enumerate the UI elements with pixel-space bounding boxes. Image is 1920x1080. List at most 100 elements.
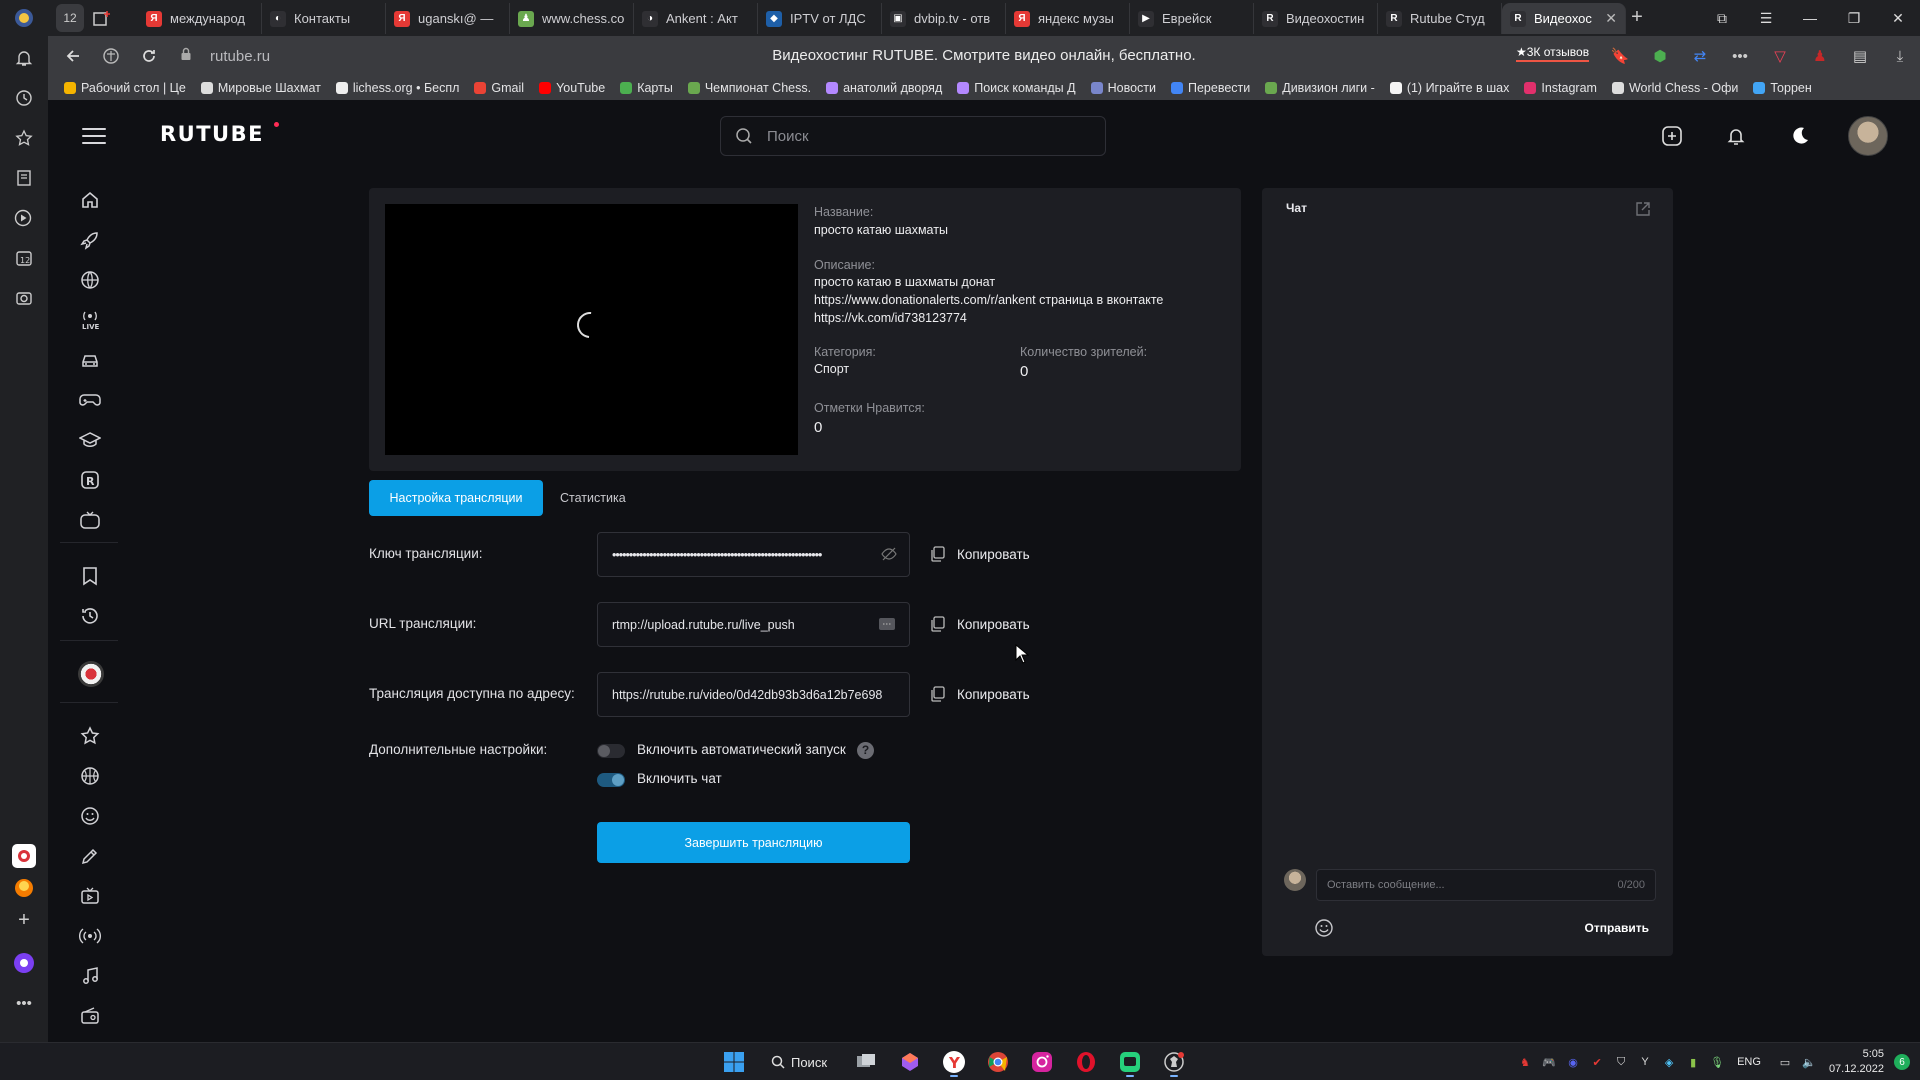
broadcast-icon[interactable]	[78, 924, 102, 948]
extension-icon[interactable]: ⬢	[1640, 47, 1680, 65]
bookmark-item[interactable]: lichess.org • Беспл	[335, 81, 459, 95]
copy-key-button[interactable]: Копировать	[930, 544, 1030, 564]
calendar-icon[interactable]: 12	[12, 246, 36, 270]
collections-icon[interactable]	[12, 166, 36, 190]
browser-tab[interactable]: ♟ www.chess.co	[510, 3, 634, 34]
bookmark-item[interactable]: YouTube	[539, 81, 605, 95]
bookmark-page-icon[interactable]: 🔖	[1600, 47, 1640, 65]
instagram-icon[interactable]	[1024, 1047, 1060, 1077]
tab-statistics[interactable]: Статистика	[560, 480, 626, 516]
stream-address-field[interactable]: https://rutube.ru/video/0d42db93b3d6a12b…	[597, 672, 910, 717]
browser-tab[interactable]: R Видеохостин	[1254, 3, 1378, 34]
input-language[interactable]: ENG	[1737, 1056, 1761, 1068]
messenger-app-icon[interactable]	[1112, 1047, 1148, 1077]
rutube-original-icon[interactable]: R	[78, 468, 102, 492]
popout-icon[interactable]	[1635, 201, 1651, 217]
task-view-icon[interactable]	[848, 1047, 884, 1077]
browser-tab[interactable]: R Видеохос ✕	[1502, 3, 1626, 34]
end-stream-button[interactable]: Завершить трансляцию	[597, 822, 910, 863]
menu-icon[interactable]	[82, 124, 106, 148]
browser-tab[interactable]: ◐ Контакты	[262, 3, 386, 34]
site-logo[interactable]: RUTUBE	[160, 122, 264, 146]
browser-tab[interactable]: Яuganskı@ —	[386, 3, 510, 34]
bookmark-item[interactable]: Рабочий стол | Це	[64, 81, 186, 95]
globe-icon[interactable]	[78, 268, 102, 292]
browser-tab[interactable]: Яяндекс музы	[1006, 3, 1130, 34]
chess-tray-icon[interactable]: ♞	[1515, 1052, 1535, 1072]
notifications-badge[interactable]: 6	[1894, 1054, 1910, 1070]
bookmark-item[interactable]: Instagram	[1524, 81, 1597, 95]
reviews-chip[interactable]: ★3К отзывов	[1516, 45, 1590, 62]
browser-tab[interactable]: ◆ IPTV от ЛДС	[758, 3, 882, 34]
pocket-icon[interactable]: ▽	[1760, 47, 1800, 65]
help-icon[interactable]: ?	[857, 742, 874, 759]
send-button[interactable]: Отправить	[1585, 921, 1649, 935]
chat-message-input[interactable]	[1327, 879, 1618, 891]
bookmark-item[interactable]: World Chess - Офи	[1611, 81, 1738, 95]
notifications-bell-icon[interactable]	[1720, 120, 1752, 152]
bookmark-item[interactable]: Поиск команды Д	[957, 81, 1076, 95]
display-icon[interactable]: ▭	[1775, 1052, 1795, 1072]
more-icon[interactable]: •••	[12, 991, 36, 1015]
security-tray-icon[interactable]: ✔	[1587, 1052, 1607, 1072]
music-note-icon[interactable]	[78, 964, 102, 988]
photos-app-icon[interactable]	[892, 1047, 928, 1077]
user-avatar[interactable]	[1848, 116, 1888, 156]
pinned-site-icon[interactable]	[12, 844, 36, 868]
minimize-button[interactable]: —	[1788, 0, 1832, 36]
tab-counter-button[interactable]: 12	[56, 4, 84, 32]
close-window-button[interactable]: ✕	[1876, 0, 1920, 36]
notifications-icon[interactable]	[12, 46, 36, 70]
battery-tray-icon[interactable]: ▮	[1683, 1052, 1703, 1072]
yandex-browser-icon[interactable]: Y	[936, 1047, 972, 1077]
search-icon[interactable]	[721, 127, 767, 145]
series-tv-icon[interactable]	[78, 884, 102, 908]
watch-history-icon[interactable]	[78, 604, 102, 628]
discord-tray-icon[interactable]: ◉	[1563, 1052, 1583, 1072]
favorites-icon[interactable]	[12, 126, 36, 150]
close-tab-icon[interactable]: ✕	[1605, 10, 1617, 27]
alice-assistant-icon[interactable]	[12, 951, 36, 975]
back-button[interactable]	[54, 38, 92, 74]
star-icon[interactable]	[78, 724, 102, 748]
bookmark-item[interactable]: Дивизион лиги -	[1265, 81, 1375, 95]
taskbar-search[interactable]: Поиск	[760, 1048, 838, 1076]
new-tab-button[interactable]: +	[1624, 6, 1650, 30]
pencil-icon[interactable]	[78, 844, 102, 868]
bookmark-item[interactable]: Перевести	[1170, 81, 1250, 95]
gamepad-tray-icon[interactable]: 🎮	[1539, 1052, 1559, 1072]
network-tray-icon[interactable]: ◈	[1659, 1052, 1679, 1072]
theme-moon-icon[interactable]	[1784, 120, 1816, 152]
reload-button[interactable]	[130, 38, 168, 74]
browser-menu-icon[interactable]: ☰	[1744, 0, 1788, 36]
extensions-more-icon[interactable]: •••	[1720, 48, 1760, 65]
copy-address-button[interactable]: Копировать	[930, 684, 1030, 704]
humor-smile-icon[interactable]	[78, 804, 102, 828]
shield-tray-icon[interactable]: ⛉	[1611, 1052, 1631, 1072]
bookmark-item[interactable]: Чемпионат Chess.	[687, 81, 811, 95]
bookmark-item[interactable]: анатолий дворяд	[826, 81, 942, 95]
subscription-channel-avatar[interactable]	[78, 661, 104, 687]
browser-tab[interactable]: Ямеждународ	[138, 3, 262, 34]
copy-url-button[interactable]: Копировать	[930, 614, 1030, 634]
browser-tab[interactable]: R Rutube Студ	[1378, 3, 1502, 34]
add-panel-icon[interactable]: +	[12, 908, 36, 932]
browser-tab[interactable]: ▣ dvbip.tv - отв	[882, 3, 1006, 34]
tab-groups-icon[interactable]	[88, 4, 116, 32]
bookmark-item[interactable]: Новости	[1090, 81, 1156, 95]
protect-icon[interactable]	[92, 38, 130, 74]
upload-button[interactable]	[1656, 120, 1688, 152]
tv-channels-icon[interactable]	[78, 508, 102, 532]
system-clock[interactable]: 5:05 07.12.2022	[1829, 1047, 1884, 1077]
enable-chat-toggle[interactable]	[597, 773, 625, 787]
bookmark-item[interactable]: Gmail	[474, 81, 524, 95]
bookmark-item[interactable]: Карты	[620, 81, 673, 95]
stream-key-field[interactable]: ••••••••••••••••••••••••••••••••••••••••…	[597, 532, 910, 577]
stream-url-field[interactable]: rtmp://upload.rutube.ru/live_push	[597, 602, 910, 647]
url-host[interactable]: rutube.ru	[210, 48, 270, 65]
history-icon[interactable]	[12, 86, 36, 110]
saved-bookmark-icon[interactable]	[78, 564, 102, 588]
emoji-icon[interactable]	[1314, 918, 1334, 938]
rocket-icon[interactable]	[78, 228, 102, 252]
bookmark-item[interactable]: (1) Играйте в шах	[1389, 81, 1509, 95]
